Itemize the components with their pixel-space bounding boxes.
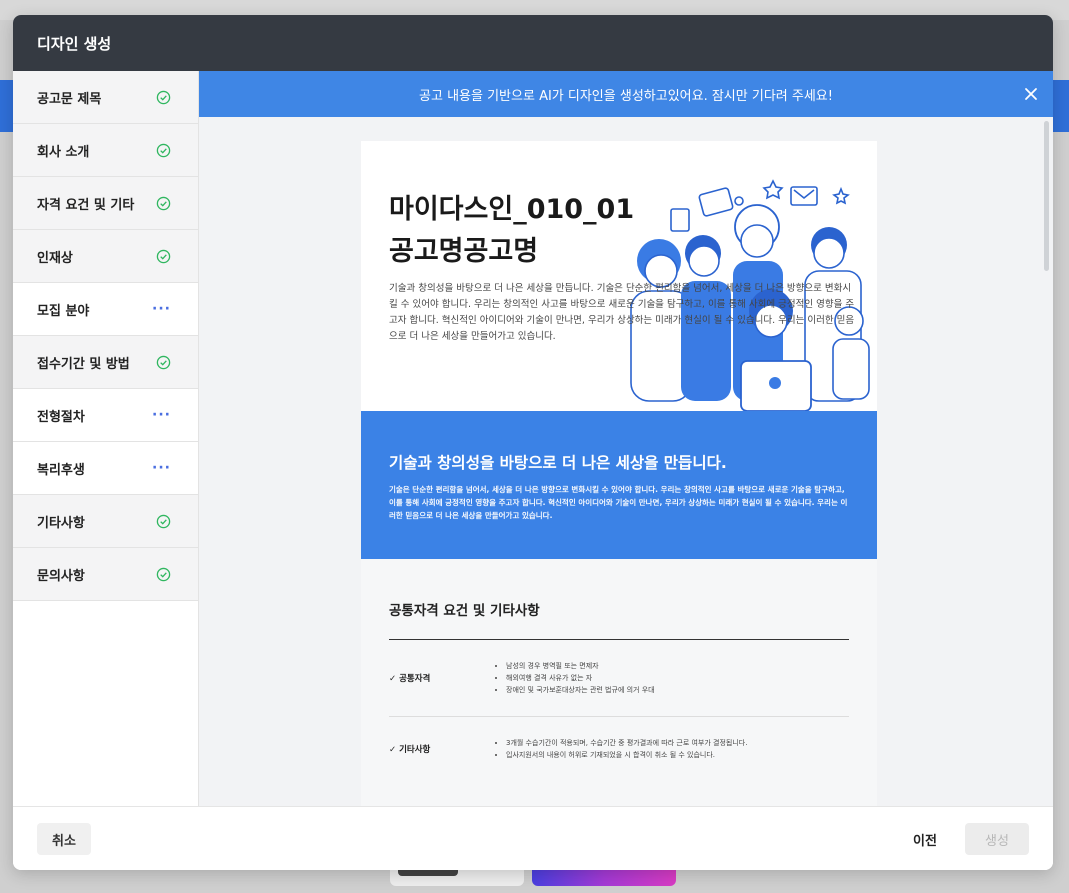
check-circle-icon — [156, 514, 171, 528]
requirement-label: ✓ 기타사항 — [389, 745, 431, 755]
dots-icon: ··· — [152, 460, 171, 476]
hero-section: 마이다스인_010_01 공고명공고명 기술과 창의성을 바탕으로 더 나은 세… — [361, 141, 877, 411]
requirements-section: 공통자격 요건 및 기타사항 ✓ 공통자격 남성의 경우 병역필 또는 면제자해외… — [361, 559, 877, 806]
close-icon[interactable] — [1023, 86, 1039, 102]
check-circle-icon — [156, 196, 171, 210]
preview-area: 공고 내용을 기반으로 AI가 디자인을 생성하고있어요. 잠시만 기다려 주세… — [199, 71, 1053, 806]
background-blue-bar — [1052, 80, 1069, 132]
list-item: 3개월 수습기간이 적용되며, 수습기간 중 평가결과에 따라 근로 여부가 결… — [506, 737, 747, 749]
cancel-button[interactable]: 취소 — [37, 823, 91, 855]
section-sidebar: 공고문 제목회사 소개자격 요건 및 기타인재상모집 분야 ··· 접수기간 및 방… — [13, 71, 199, 806]
sidebar-item[interactable]: 자격 요건 및 기타 — [13, 177, 198, 230]
sidebar-item[interactable]: 전형절차 ··· — [13, 389, 198, 442]
design-preview: 마이다스인_010_01 공고명공고명 기술과 창의성을 바탕으로 더 나은 세… — [361, 141, 877, 806]
list-item: 남성의 경우 병역필 또는 면제자 — [506, 660, 655, 672]
sidebar-item[interactable]: 회사 소개 — [13, 124, 198, 177]
hero-description: 기술과 창의성을 바탕으로 더 나은 세상을 만듭니다. 기술은 단순한 편리함… — [389, 283, 855, 342]
sidebar-item[interactable]: 공고문 제목 — [13, 71, 198, 124]
generating-banner: 공고 내용을 기반으로 AI가 디자인을 생성하고있어요. 잠시만 기다려 주세… — [199, 71, 1053, 117]
hero-title: 마이다스인_010_01 공고명공고명 — [389, 189, 634, 273]
sidebar-item[interactable]: 모집 분야 ··· — [13, 283, 198, 336]
sidebar-item-label: 모집 분야 — [37, 303, 90, 319]
check-circle-icon — [156, 90, 171, 104]
sidebar-item-label: 공고문 제목 — [37, 91, 102, 107]
check-circle-icon — [156, 567, 171, 581]
intro-text: 기술은 단순한 편리함을 넘어서, 세상을 더 나은 방향으로 변화시킬 수 있… — [389, 485, 848, 520]
requirement-label: ✓ 공통자격 — [389, 674, 431, 684]
requirement-row: ✓ 기타사항 3개월 수습기간이 적용되며, 수습기간 중 평가결과에 따라 근로… — [389, 717, 849, 781]
dots-icon: ··· — [152, 407, 171, 423]
hero-title-line1: 마이다스인_010_01 — [389, 194, 635, 225]
list-item: 입사지원서의 내용이 허위로 기재되었을 시 합격이 취소 될 수 있습니다. — [506, 749, 747, 761]
check-circle-icon — [156, 355, 171, 369]
intro-title: 기술과 창의성을 바탕으로 더 나은 세상을 만듭니다. — [389, 454, 727, 472]
dots-icon: ··· — [152, 301, 171, 317]
sidebar-item-label: 자격 요건 및 기타 — [37, 197, 135, 213]
scrollbar[interactable] — [1044, 121, 1049, 271]
banner-text: 공고 내용을 기반으로 AI가 디자인을 생성하고있어요. 잠시만 기다려 주세… — [419, 88, 833, 104]
check-circle-icon — [156, 249, 171, 263]
create-button[interactable]: 생성 — [965, 823, 1029, 855]
list-item: 장애인 및 국가보훈대상자는 관련 법규에 의거 우대 — [506, 684, 655, 696]
sidebar-item[interactable]: 문의사항 — [13, 548, 198, 601]
sidebar-item-label: 문의사항 — [37, 568, 85, 584]
list-item: 해외여행 결격 사유가 없는 자 — [506, 672, 655, 684]
sidebar-item-label: 회사 소개 — [37, 144, 90, 160]
sidebar-item-label: 인재상 — [37, 250, 73, 266]
sidebar-item[interactable]: 복리후생 ··· — [13, 442, 198, 495]
hero-title-line2: 공고명공고명 — [389, 236, 539, 267]
sidebar-item-label: 복리후생 — [37, 462, 85, 478]
sidebar-item-label: 접수기간 및 방법 — [37, 356, 130, 372]
requirement-list: 남성의 경우 병역필 또는 면제자해외여행 결격 사유가 없는 자장애인 및 국… — [494, 660, 655, 696]
requirements-title: 공통자격 요건 및 기타사항 — [389, 599, 849, 640]
sidebar-item[interactable]: 인재상 — [13, 230, 198, 283]
design-modal: 디자인 생성 공고문 제목회사 소개자격 요건 및 기타인재상모집 분야 ··· 접… — [13, 15, 1053, 870]
modal-body: 공고문 제목회사 소개자격 요건 및 기타인재상모집 분야 ··· 접수기간 및 방… — [13, 71, 1053, 806]
modal-footer: 취소 이전 생성 — [13, 806, 1053, 870]
sidebar-item[interactable]: 기타사항 — [13, 495, 198, 548]
intro-section: 기술과 창의성을 바탕으로 더 나은 세상을 만듭니다. 기술은 단순한 편리함… — [361, 411, 877, 559]
prev-button[interactable]: 이전 — [893, 823, 957, 855]
modal-title: 디자인 생성 — [37, 34, 112, 53]
requirement-row: ✓ 공통자격 남성의 경우 병역필 또는 면제자해외여행 결격 사유가 없는 자장… — [389, 640, 849, 717]
sidebar-item[interactable]: 접수기간 및 방법 — [13, 336, 198, 389]
check-circle-icon — [156, 143, 171, 157]
requirement-list: 3개월 수습기간이 적용되며, 수습기간 중 평가결과에 따라 근로 여부가 결… — [494, 737, 747, 761]
modal-header: 디자인 생성 — [13, 15, 1053, 71]
sidebar-item-label: 기타사항 — [37, 515, 85, 531]
background-blue-bar — [0, 80, 13, 132]
sidebar-item-label: 전형절차 — [37, 409, 85, 425]
